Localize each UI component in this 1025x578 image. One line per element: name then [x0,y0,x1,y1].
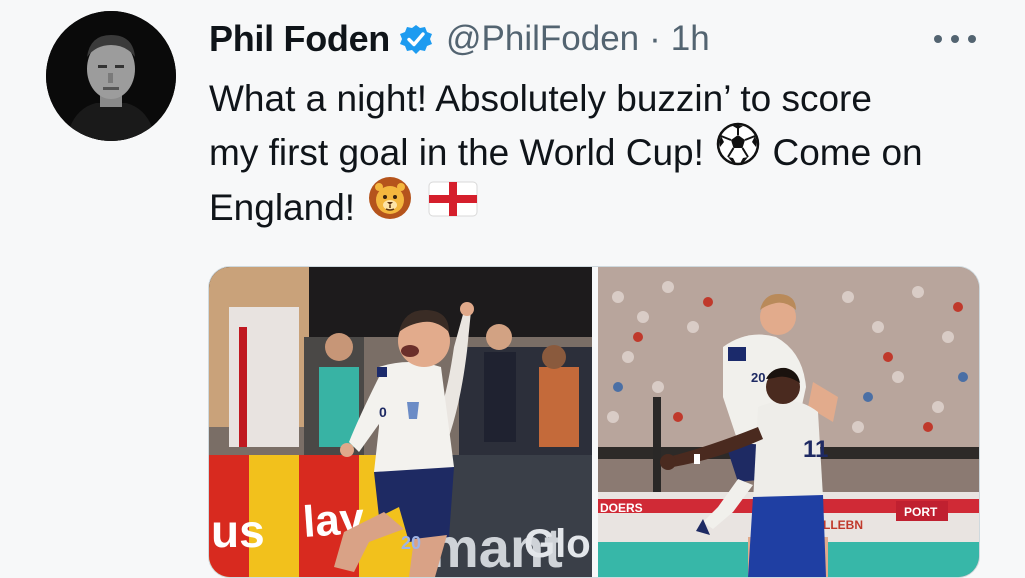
more-dot [934,35,942,43]
celebration-photo-left[interactable]: us lav mant Global 0 20 [209,267,592,577]
ad-text-doers: DOERS [600,501,643,515]
jersey-number-20: 20 [751,370,765,385]
england-flag-icon [428,179,478,233]
author-name[interactable]: Phil Foden [209,18,390,60]
more-options-icon[interactable] [934,24,976,54]
lion-face-icon [367,175,413,236]
jersey-number: 20 [401,533,421,553]
soccer-ball-icon [716,122,760,181]
ad-text-llebn: LLEBN [823,518,863,532]
tweet-media-grid: us lav mant Global 0 20 [208,266,980,578]
author-handle[interactable]: @PhilFoden [446,19,639,59]
avatar[interactable] [46,11,176,141]
tweet-header: Phil Foden @PhilFoden · 1h [209,14,710,64]
tweet-text-segment: England! [209,186,356,228]
timestamp[interactable]: 1h [671,19,710,59]
tweet-text-line-2: my first goal in the World Cup! Come on [209,122,1009,181]
tweet-text-segment: my first goal in the World Cup! [209,132,704,173]
ad-text-us: us [211,505,265,557]
jersey-number-11: 11 [803,436,828,463]
svg-text:0: 0 [379,404,387,420]
separator-dot: · [649,19,661,58]
tweet-text-line-1: What a night! Absolutely buzzin’ to scor… [209,78,872,119]
more-dot [951,35,959,43]
tweet-text-segment: Come on [772,132,923,173]
verified-badge-icon [398,21,434,57]
ad-text-port: PORT [904,505,938,519]
ad-text-global: Global [524,522,592,566]
more-dot [968,35,976,43]
tweet-text-line-3: England! [209,177,1009,237]
celebration-photo-right[interactable]: DOERS LLEBN PORT 20 11 [598,267,979,577]
tweet-text: What a night! Absolutely buzzin’ to scor… [209,72,1009,236]
